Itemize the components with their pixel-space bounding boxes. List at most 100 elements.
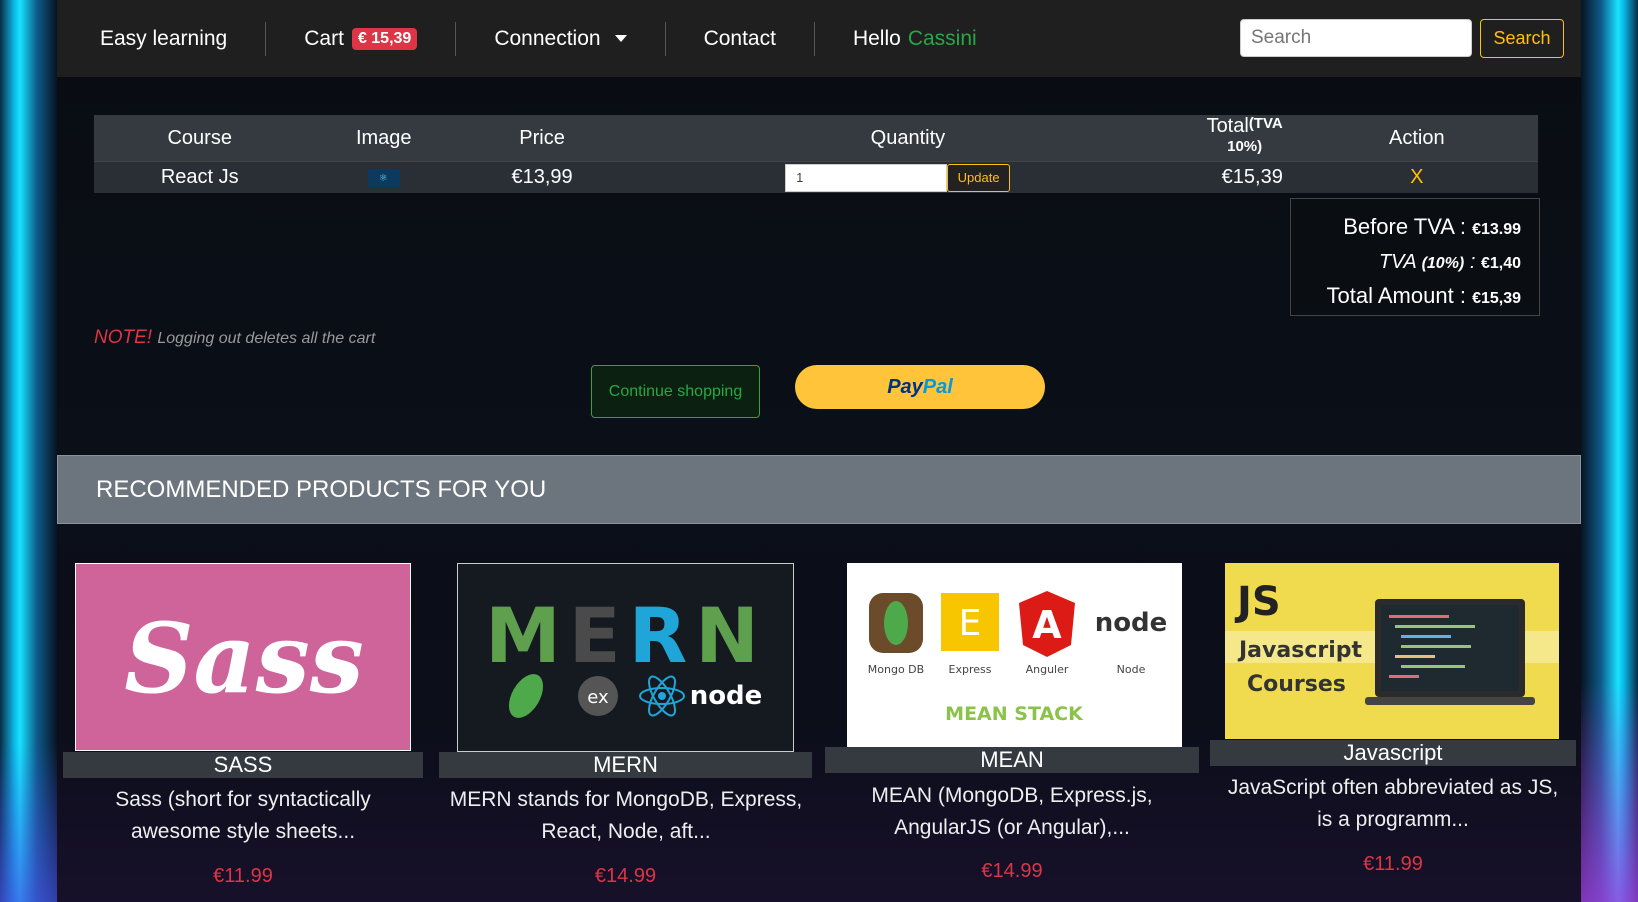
javascript-logo-icon: JS Javascript Courses bbox=[1225, 579, 1559, 705]
nav-cart-label: Cart bbox=[304, 26, 344, 50]
product-desc-line2: is a programm... bbox=[1317, 808, 1469, 831]
product-desc-line2: awesome style sheets... bbox=[130, 820, 356, 843]
tva-percent: (10%) bbox=[1421, 255, 1465, 272]
nav-brand-link[interactable]: Easy learning bbox=[57, 22, 265, 56]
header-course: Course bbox=[94, 115, 306, 162]
svg-text:Express: Express bbox=[949, 663, 992, 676]
nav-connection-dropdown[interactable]: Connection bbox=[455, 21, 664, 56]
background-glow-right-bottom bbox=[1581, 682, 1638, 902]
cart-total-badge: € 15,39 bbox=[351, 27, 418, 50]
product-price: €11.99 bbox=[1363, 853, 1423, 875]
product-desc-line1: MEAN (MongoDB, Express.js, bbox=[871, 784, 1153, 807]
sass-logo-icon: Sass bbox=[124, 602, 364, 715]
summary-total: Total Amount : €15,39 bbox=[1291, 280, 1521, 315]
svg-text:E: E bbox=[959, 603, 982, 644]
paypal-button[interactable]: Pay Pal bbox=[795, 365, 1045, 409]
javascript-image[interactable]: JS Javascript Courses bbox=[1225, 563, 1559, 739]
total-amount-value: €15,39 bbox=[1472, 290, 1521, 307]
cart-quantity-cell: Update bbox=[622, 161, 1194, 193]
quantity-input[interactable] bbox=[785, 163, 948, 192]
paypal-logo-pay: Pay bbox=[887, 375, 923, 398]
product-description: Sass (short for syntactically awesome st… bbox=[63, 784, 423, 848]
header-price: Price bbox=[462, 115, 623, 162]
recommended-heading: RECOMMENDED PRODUCTS FOR YOU bbox=[57, 455, 1581, 524]
nav-cart-link[interactable]: Cart € 15,39 bbox=[265, 21, 455, 56]
nav-contact-label: Contact bbox=[703, 26, 776, 50]
product-title: SASS bbox=[63, 752, 423, 778]
header-total: Total(TVA 10%) bbox=[1193, 115, 1296, 162]
product-price: €14.99 bbox=[594, 865, 657, 887]
svg-text:node: node bbox=[1095, 608, 1168, 638]
react-thumbnail: ⚛ bbox=[367, 168, 400, 187]
product-desc-line1: MERN stands for MongoDB, Express, bbox=[449, 788, 803, 811]
react-icon: ⚛ bbox=[378, 172, 388, 184]
mean-logo-icon: E A node Mongo DB Express Anguler Node M… bbox=[868, 591, 1168, 725]
svg-text:Node: Node bbox=[1117, 663, 1146, 676]
nav-contact-link[interactable]: Contact bbox=[664, 21, 814, 56]
product-price: €11.99 bbox=[213, 865, 273, 887]
product-desc-line2: React, Node, aft... bbox=[541, 820, 711, 843]
paypal-logo-pal: Pal bbox=[922, 375, 953, 398]
cart-course-price: €13,99 bbox=[462, 161, 623, 193]
tva-value: €1,40 bbox=[1480, 255, 1521, 272]
before-tva-label: Before TVA : bbox=[1343, 214, 1466, 239]
product-description: MEAN (MongoDB, Express.js, AngularJS (or… bbox=[825, 780, 1199, 844]
header-action: Action bbox=[1295, 115, 1538, 162]
caret-down-icon bbox=[614, 35, 627, 42]
product-desc-line1: Sass (short for syntactically bbox=[115, 788, 371, 811]
mean-image[interactable]: E A node Mongo DB Express Anguler Node M… bbox=[847, 563, 1182, 747]
remove-item-button[interactable]: X bbox=[1410, 166, 1423, 188]
svg-text:JS: JS bbox=[1234, 579, 1281, 625]
order-summary: Before TVA : €13.99 TVA (10%) : €1,40 To… bbox=[1290, 198, 1540, 316]
summary-before-tva: Before TVA : €13.99 bbox=[1291, 211, 1521, 246]
svg-text:MERN: MERN bbox=[485, 591, 767, 680]
product-title: Javascript bbox=[1210, 740, 1576, 766]
product-desc-line1: JavaScript often abbreviated as JS, bbox=[1227, 776, 1559, 799]
cart-row-total: €15,39 bbox=[1193, 161, 1296, 193]
summary-tva: TVA (10%) : €1,40 bbox=[1291, 246, 1521, 280]
header-total-label: Total bbox=[1206, 115, 1249, 137]
svg-text:Sass: Sass bbox=[124, 602, 364, 715]
sass-image[interactable]: Sass bbox=[75, 563, 411, 751]
search-button[interactable]: Search bbox=[1480, 19, 1564, 58]
header-quantity: Quantity bbox=[622, 115, 1194, 162]
svg-text:Mongo DB: Mongo DB bbox=[868, 663, 924, 676]
logout-note: NOTE! Logging out deletes all the cart bbox=[94, 327, 375, 349]
svg-text:MEAN STACK: MEAN STACK bbox=[945, 703, 1084, 725]
note-prefix: NOTE! bbox=[94, 327, 153, 348]
tva-colon: : bbox=[1469, 251, 1476, 273]
svg-text:Courses: Courses bbox=[1247, 672, 1346, 697]
continue-shopping-button[interactable]: Continue shopping bbox=[591, 365, 760, 418]
product-description: JavaScript often abbreviated as JS, is a… bbox=[1206, 772, 1580, 836]
cart-remove-cell: X bbox=[1295, 161, 1538, 193]
greeting-label: Hello bbox=[852, 26, 901, 50]
svg-text:node: node bbox=[690, 681, 763, 711]
total-amount-label: Total Amount : bbox=[1326, 283, 1466, 308]
page-container: Easy learning Cart € 15,39 Connection Co… bbox=[57, 0, 1581, 902]
product-description: MERN stands for MongoDB, Express, React,… bbox=[435, 784, 817, 848]
cart-course-image-cell: ⚛ bbox=[305, 161, 463, 193]
search-input[interactable] bbox=[1240, 19, 1472, 57]
nav-user-greeting: Hello Cassini bbox=[813, 21, 1015, 56]
table-row: React Js ⚛ €13,99 Update €15,39 X bbox=[94, 161, 1538, 193]
svg-text:Javascript: Javascript bbox=[1237, 638, 1362, 663]
mern-image[interactable]: MERN ex node bbox=[457, 563, 794, 752]
header-image: Image bbox=[305, 115, 463, 162]
product-desc-line2: AngularJS (or Angular),... bbox=[894, 816, 1130, 839]
username: Cassini bbox=[907, 26, 977, 50]
before-tva-value: €13.99 bbox=[1472, 221, 1521, 238]
svg-text:A: A bbox=[1032, 603, 1062, 647]
note-text: Logging out deletes all the cart bbox=[157, 330, 376, 347]
product-title: MERN bbox=[439, 752, 812, 778]
svg-text:Anguler: Anguler bbox=[1026, 663, 1069, 676]
update-button[interactable]: Update bbox=[947, 163, 1011, 192]
cart-table-header: Course Image Price Quantity Total(TVA 10… bbox=[94, 115, 1538, 162]
cart-table: Course Image Price Quantity Total(TVA 10… bbox=[94, 115, 1538, 193]
product-title: MEAN bbox=[825, 747, 1199, 773]
cart-course-name: React Js bbox=[94, 161, 306, 193]
nav-brand-label: Easy learning bbox=[100, 26, 228, 50]
nav-connection-label: Connection bbox=[494, 26, 601, 50]
mern-logo-icon: MERN ex node bbox=[485, 591, 767, 718]
tva-label: TVA bbox=[1378, 251, 1417, 273]
product-price: €14.99 bbox=[981, 860, 1043, 882]
